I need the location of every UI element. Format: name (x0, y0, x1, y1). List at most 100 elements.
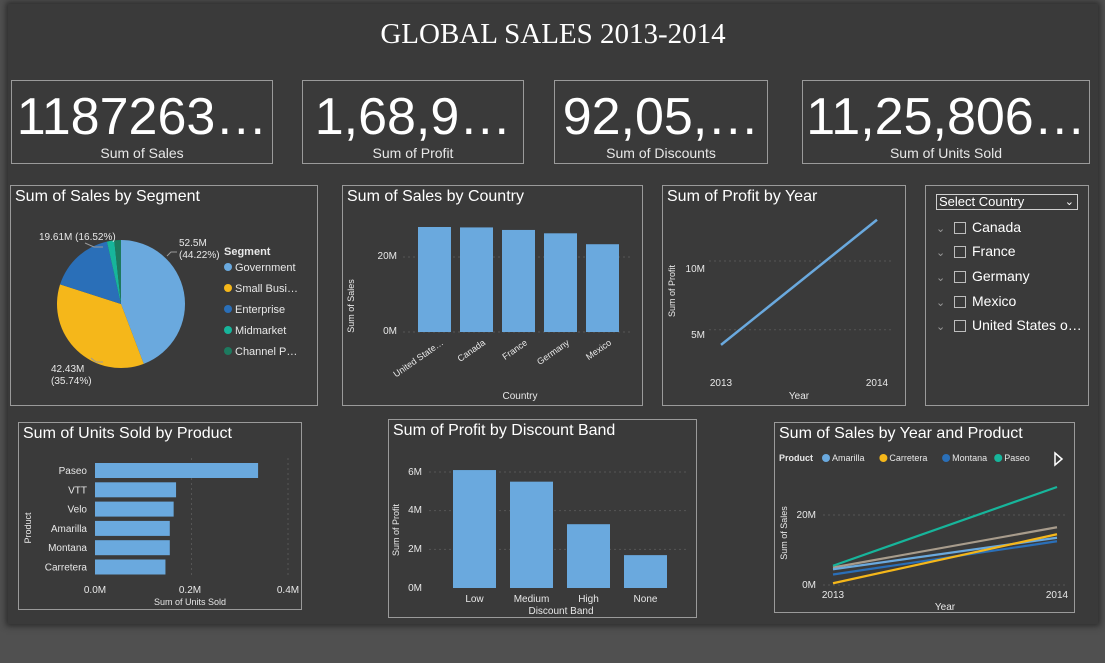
legend-dot (224, 263, 232, 271)
legend-item-government[interactable]: Government (224, 262, 298, 283)
axis-label-y: Sum of Profit (667, 264, 677, 317)
tick-x-0.4: 0.4M (277, 585, 299, 596)
discount-bar-panel[interactable]: Sum of Profit by Discount Band Sum of Pr… (388, 419, 697, 618)
tick-x-0: United State… (391, 337, 445, 379)
expand-chevron-icon[interactable]: ⌄ (936, 320, 954, 333)
legend-item-enterprise[interactable]: Enterprise (224, 304, 298, 325)
legend-dot (224, 305, 232, 313)
axis-label-x: Year (789, 391, 810, 402)
axis-label-x: Country (502, 391, 537, 402)
kpi-label: Sum of Units Sold (889, 145, 1003, 161)
kpi-value: 1,68,9… (314, 88, 512, 146)
bar-velo (95, 501, 174, 517)
legend-title: Product (779, 453, 813, 463)
checkbox[interactable] (954, 296, 966, 308)
expand-chevron-icon[interactable]: ⌄ (936, 271, 954, 284)
next-page-icon (1054, 451, 1064, 467)
checkbox[interactable] (954, 246, 966, 258)
tick-x-2: France (500, 337, 529, 361)
bar-vtt (95, 482, 177, 498)
legend-title: Segment (224, 246, 271, 258)
tick-x-3: Germany (535, 337, 571, 367)
tick-x-2014: 2014 (1046, 590, 1069, 601)
legend-item-amarilla: Amarilla (832, 453, 865, 463)
legend-item-small-business[interactable]: Small Busi… (224, 283, 298, 304)
tick-y-5: Carretera (45, 563, 88, 574)
axis-label-y: Product (23, 512, 33, 544)
tick-y-2: Velo (68, 505, 88, 516)
bar-4 (586, 244, 619, 332)
dashboard-canvas: GLOBAL SALES 2013-2014 1187263… Sum of S… (8, 4, 1098, 624)
slicer-header-label: Select Country (939, 194, 1025, 209)
legend-dot (224, 284, 232, 292)
bar-none (624, 555, 667, 588)
kpi-label: Sum of Profit (372, 145, 454, 161)
bar-2 (502, 229, 535, 332)
kpi-card-profit[interactable]: 1,68,9… Sum of Profit (302, 80, 524, 164)
country-bar-panel[interactable]: Sum of Sales by Country Sum of Sales 0M … (342, 185, 643, 406)
bar-3 (544, 233, 577, 332)
tick-x-1: Canada (456, 337, 488, 363)
tick-y-10: 10M (686, 264, 705, 275)
segment-pie-panel[interactable]: Sum of Sales by Segment 19.61M (16.52%) … (10, 185, 318, 406)
slicer-item-france[interactable]: ⌄ France (936, 243, 1016, 263)
country-bar-chart: Sum of Sales 0M 20M Country United State… (346, 227, 633, 402)
units-bar-panel[interactable]: Sum of Units Sold by Product Product 0.0… (18, 422, 302, 610)
axis-label-x: Discount Band (528, 606, 593, 617)
tick-x-0.2: 0.2M (179, 585, 201, 596)
tick-x-2013: 2013 (822, 590, 845, 601)
slicer-item-united-states[interactable]: ⌄ United States o… (936, 317, 1082, 337)
legend-item-channel-partners[interactable]: Channel P… (224, 346, 298, 367)
legend-item-midmarket[interactable]: Midmarket (224, 325, 298, 346)
checkbox[interactable] (954, 271, 966, 283)
slicer-item-canada[interactable]: ⌄ Canada (936, 219, 1021, 239)
legend-item-carretera: Carretera (889, 453, 927, 463)
tick-y-4: Montana (48, 543, 87, 554)
slicer-item-mexico[interactable]: ⌄ Mexico (936, 293, 1016, 313)
tick-y-5: 5M (691, 330, 705, 341)
axis-label-y: Sum of Sales (346, 279, 356, 333)
tick-y-0: 0M (383, 326, 397, 337)
tick-x-4: Mexico (584, 337, 613, 362)
country-slicer[interactable]: Select Country ⌄ ⌄ Canada ⌄ France ⌄ German… (925, 185, 1089, 406)
kpi-card-sales[interactable]: 1187263… Sum of Sales (11, 80, 273, 164)
axis-label-x: Year (935, 602, 956, 612)
tick-y-6: 6M (408, 467, 422, 478)
legend-dot (942, 454, 951, 462)
expand-chevron-icon[interactable]: ⌄ (936, 246, 954, 259)
axis-label-x: Sum of Units Sold (154, 597, 226, 607)
profit-year-line-chart: Sum of Profit 5M 10M 2013 2014 Year (667, 218, 893, 402)
kpi-label: Sum of Sales (100, 145, 184, 161)
axis-label-y: Sum of Profit (391, 503, 401, 556)
pie-label-small-business: 42.43M (35.74%) (51, 364, 92, 387)
page-title: GLOBAL SALES 2013-2014 (380, 18, 726, 50)
series-line-4 (832, 526, 1058, 569)
year-product-panel[interactable]: Sum of Sales by Year and Product Product… (774, 422, 1075, 613)
tick-y-20: 20M (378, 251, 397, 262)
slicer-item-germany[interactable]: ⌄ Germany (936, 268, 1030, 288)
expand-chevron-icon[interactable]: ⌄ (936, 296, 954, 309)
legend-dot (822, 454, 830, 462)
legend-item-paseo: Paseo (1004, 453, 1030, 463)
segment-legend: Segment Government Small Busi… Enterpris… (224, 246, 298, 367)
bar-low (453, 470, 496, 588)
checkbox[interactable] (954, 222, 966, 234)
checkbox[interactable] (954, 320, 966, 332)
legend-dot (224, 326, 232, 334)
legend-dot (224, 347, 232, 355)
tick-x-0: Low (465, 594, 484, 605)
kpi-card-units[interactable]: 11,25,806… Sum of Units Sold (802, 80, 1090, 164)
kpi-value: 11,25,806… (806, 88, 1086, 146)
slicer-dropdown[interactable]: Select Country ⌄ (936, 194, 1078, 210)
tick-x-3: None (634, 594, 658, 605)
expand-chevron-icon[interactable]: ⌄ (936, 222, 954, 235)
tick-x-0: 0.0M (84, 585, 106, 596)
axis-label-y: Sum of Sales (779, 506, 789, 560)
kpi-card-discounts[interactable]: 92,05,… Sum of Discounts (554, 80, 768, 164)
bar-1 (460, 227, 493, 332)
tick-y-0: 0M (408, 583, 422, 594)
tick-x-1: Medium (514, 594, 550, 605)
profit-year-panel[interactable]: Sum of Profit by Year Sum of Profit 5M 1… (662, 185, 906, 406)
legend-dot (879, 454, 888, 462)
tick-y-0: 0M (802, 580, 816, 591)
